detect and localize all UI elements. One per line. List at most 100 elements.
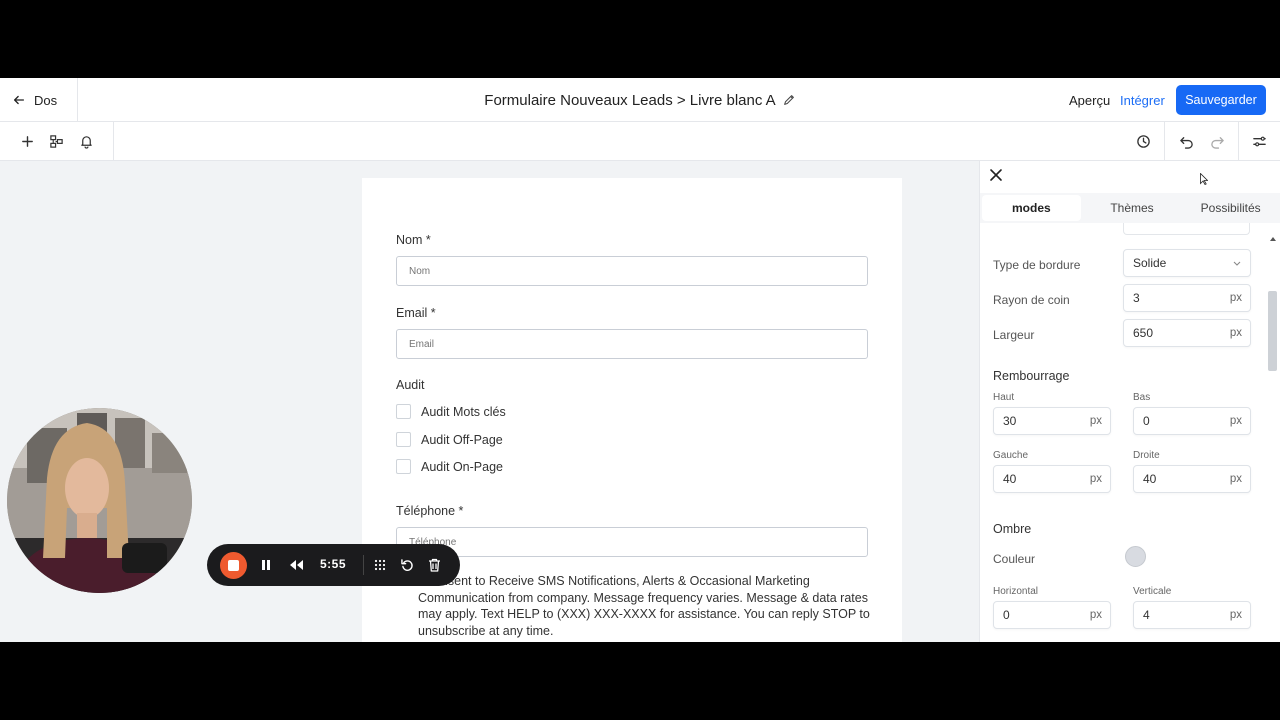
preview-button[interactable]: Aperçu	[1069, 93, 1110, 108]
width-input[interactable]: 650 px	[1123, 319, 1251, 347]
redo-icon[interactable]	[1208, 132, 1226, 150]
padding-left-input[interactable]: 40 px	[993, 465, 1111, 493]
toolbar-left-group	[0, 122, 114, 160]
name-label: Nom *	[396, 233, 431, 247]
width-value: 650	[1133, 326, 1154, 340]
checkbox[interactable]	[396, 404, 411, 419]
back-button[interactable]: Dos	[12, 78, 78, 122]
shadow-vertical-input[interactable]: 4 px	[1133, 601, 1251, 629]
tab-modes[interactable]: modes	[982, 195, 1081, 221]
padding-right-value: 40	[1143, 472, 1157, 486]
top-header: Dos Formulaire Nouveaux Leads > Livre bl…	[0, 78, 1280, 122]
padding-top-value: 30	[1003, 414, 1017, 428]
panel-tabs: modes Thèmes Possibilités	[980, 193, 1280, 223]
checkbox-label: Audit On-Page	[421, 459, 503, 474]
shadow-color-swatch[interactable]	[1125, 546, 1146, 567]
partial-field	[1123, 223, 1250, 235]
rewind-icon[interactable]	[287, 556, 305, 574]
sms-consent-text: I Consent to Receive SMS Notifications, …	[418, 574, 870, 638]
padding-left-label: Gauche	[993, 450, 1029, 461]
audit-option[interactable]: Audit Off-Page	[396, 432, 503, 447]
save-button[interactable]: Sauvegarder	[1176, 85, 1266, 115]
corner-radius-value: 3	[1133, 291, 1140, 305]
corner-radius-input[interactable]: 3 px	[1123, 284, 1251, 312]
unit-label: px	[1089, 473, 1102, 485]
page-title: Formulaire Nouveaux Leads > Livre blanc …	[484, 91, 776, 109]
phone-input[interactable]	[396, 527, 868, 557]
layers-icon[interactable]	[47, 132, 65, 150]
audit-option[interactable]: Audit On-Page	[396, 459, 503, 474]
add-element-icon[interactable]	[18, 132, 36, 150]
checkbox-label: Audit Off-Page	[421, 432, 503, 447]
padding-bottom-label: Bas	[1133, 392, 1151, 403]
presenter-video	[7, 408, 192, 593]
unit-label: px	[1229, 609, 1242, 621]
restart-icon[interactable]	[398, 556, 416, 574]
checkbox[interactable]	[396, 432, 411, 447]
toolbar-divider	[1164, 122, 1165, 160]
recorder-divider	[363, 555, 364, 575]
shadow-vertical-label: Verticale	[1133, 586, 1172, 597]
form-builder-app: Dos Formulaire Nouveaux Leads > Livre bl…	[0, 78, 1280, 642]
screen-recorder-controls: 5:55	[207, 544, 460, 586]
tab-possibilities[interactable]: Possibilités	[1181, 193, 1280, 223]
padding-left-value: 40	[1003, 472, 1017, 486]
name-input[interactable]	[396, 256, 868, 286]
scroll-up-icon[interactable]	[1269, 235, 1277, 243]
width-label: Largeur	[993, 328, 1035, 342]
bell-icon[interactable]	[77, 132, 95, 150]
checkbox-label: Audit Mots clés	[421, 404, 506, 419]
tab-themes[interactable]: Thèmes	[1083, 193, 1182, 223]
drag-handle-icon[interactable]	[371, 556, 389, 574]
webcam-overlay	[7, 408, 192, 593]
panel-scrollbar[interactable]	[1268, 291, 1277, 371]
stop-recording-button[interactable]	[220, 552, 247, 579]
chevron-down-icon	[1233, 261, 1241, 266]
corner-radius-label: Rayon de coin	[993, 293, 1070, 307]
unit-label: px	[1229, 292, 1242, 304]
padding-right-label: Droite	[1133, 450, 1160, 461]
integrate-button[interactable]: Intégrer	[1120, 93, 1165, 108]
back-label: Dos	[34, 92, 58, 108]
pencil-icon[interactable]	[782, 93, 796, 107]
shadow-vertical-value: 4	[1143, 608, 1150, 622]
shadow-horizontal-value: 0	[1003, 608, 1010, 622]
style-panel: modes Thèmes Possibilités Type de bordur…	[979, 161, 1280, 642]
shadow-horizontal-label: Horizontal	[993, 586, 1039, 597]
recording-timer: 5:55	[320, 557, 347, 571]
audit-option[interactable]: Audit Mots clés	[396, 404, 506, 419]
audit-label: Audit	[396, 378, 425, 392]
border-type-value: Solide	[1133, 256, 1167, 270]
undo-icon[interactable]	[1177, 132, 1195, 150]
phone-label: Téléphone *	[396, 504, 464, 518]
padding-top-label: Haut	[993, 392, 1015, 403]
arrow-left-icon	[13, 95, 25, 105]
padding-right-input[interactable]: 40 px	[1133, 465, 1251, 493]
padding-top-input[interactable]: 30 px	[993, 407, 1111, 435]
email-label: Email *	[396, 306, 436, 320]
shadow-section-title: Ombre	[993, 522, 1032, 536]
unit-label: px	[1089, 415, 1102, 427]
trash-icon[interactable]	[425, 556, 443, 574]
padding-bottom-value: 0	[1143, 414, 1150, 428]
stop-icon	[228, 560, 239, 571]
shadow-color-label: Couleur	[993, 552, 1036, 566]
toolbar-divider	[1238, 122, 1239, 160]
close-icon[interactable]	[988, 167, 1004, 183]
history-icon[interactable]	[1134, 132, 1152, 150]
border-type-label: Type de bordure	[993, 258, 1081, 272]
checkbox[interactable]	[396, 459, 411, 474]
mouse-cursor-icon	[1200, 173, 1208, 185]
padding-bottom-input[interactable]: 0 px	[1133, 407, 1251, 435]
editor-toolbar	[0, 122, 1280, 161]
unit-label: px	[1089, 609, 1102, 621]
shadow-horizontal-input[interactable]: 0 px	[993, 601, 1111, 629]
unit-label: px	[1229, 473, 1242, 485]
pause-icon[interactable]	[257, 556, 275, 574]
email-input[interactable]	[396, 329, 868, 359]
unit-label: px	[1229, 415, 1242, 427]
unit-label: px	[1229, 327, 1242, 339]
border-type-select[interactable]: Solide	[1123, 249, 1251, 277]
padding-section-title: Rembourrage	[993, 369, 1070, 383]
settings-sliders-icon[interactable]	[1250, 132, 1268, 150]
